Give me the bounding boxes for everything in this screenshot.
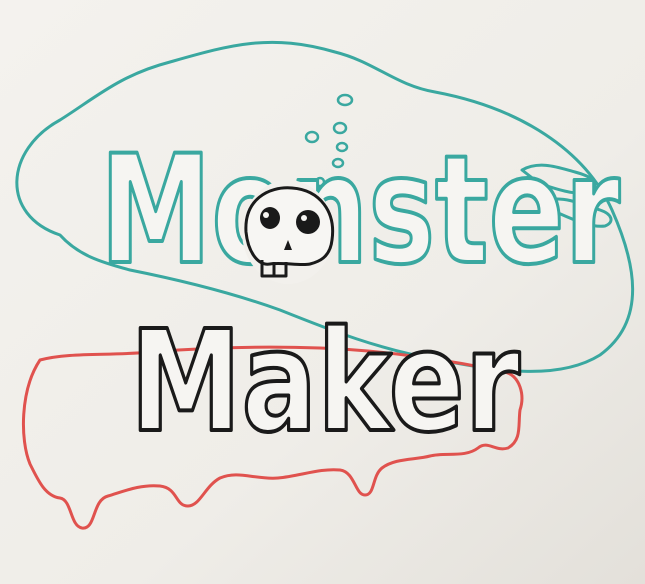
drawing-canvas: Monster Maker bbox=[0, 0, 645, 584]
drawing-scene: Monster Maker bbox=[0, 0, 645, 584]
skull-icon bbox=[242, 180, 335, 284]
title-monster: Monster bbox=[100, 124, 620, 298]
title-maker: Maker bbox=[130, 301, 520, 464]
